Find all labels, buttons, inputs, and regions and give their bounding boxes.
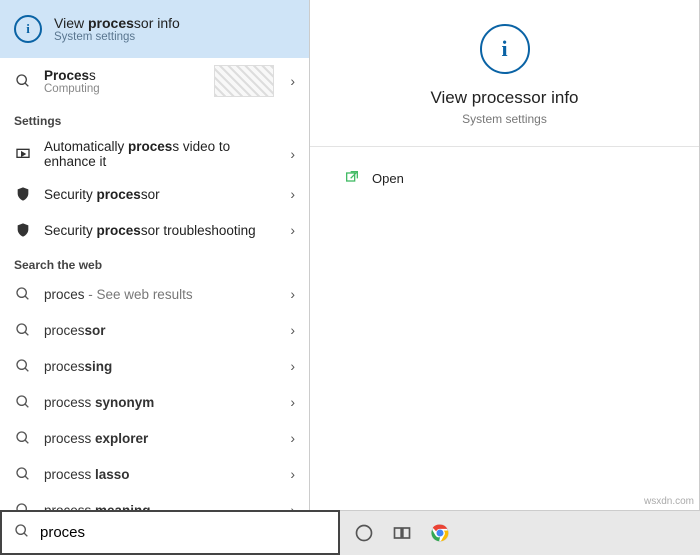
web-suggestion[interactable]: process synonym › [0,384,309,420]
result-process[interactable]: Process Computing › [0,58,309,104]
info-icon: i [14,15,42,43]
result-title: Process [44,68,202,83]
search-bar[interactable] [0,510,340,555]
chevron-right-icon: › [290,222,295,238]
result-thumbnail [214,65,274,97]
web-suggestion-label: process synonym [44,395,278,410]
web-suggestion[interactable]: process meaning › [0,492,309,510]
settings-item-label: Security processor troubleshooting [44,223,278,238]
settings-item[interactable]: Security processor troubleshooting › [0,212,309,248]
chevron-right-icon: › [290,322,295,338]
search-icon [14,322,32,338]
search-icon [14,502,32,510]
search-icon [14,286,32,302]
chevron-right-icon: › [290,430,295,446]
web-suggestion-label: proces - See web results [44,287,278,302]
open-icon [344,169,360,188]
chevron-right-icon: › [290,466,295,482]
settings-item-label: Security processor [44,187,278,202]
web-suggestion[interactable]: process explorer › [0,420,309,456]
search-icon [14,358,32,374]
info-icon-large: i [480,24,530,74]
section-settings: Settings [0,104,309,132]
web-suggestion-label: process meaning [44,503,278,511]
search-icon [14,394,32,410]
chevron-right-icon: › [290,73,295,89]
chevron-right-icon: › [290,146,295,162]
search-icon [14,430,32,446]
detail-title: View processor info [430,88,578,108]
chevron-right-icon: › [290,502,295,510]
chevron-right-icon: › [290,394,295,410]
web-suggestion-label: process explorer [44,431,278,446]
chevron-right-icon: › [290,358,295,374]
taskbar [340,510,700,555]
detail-subtitle: System settings [462,112,547,126]
section-web: Search the web [0,248,309,276]
watermark: wsxdn.com [644,496,694,507]
web-suggestion-label: processing [44,359,278,374]
chevron-right-icon: › [290,286,295,302]
settings-item-label: Automatically process video to [44,139,278,154]
settings-item-icon [14,186,32,202]
search-input[interactable] [40,524,326,541]
best-match-title: View processor info [54,15,180,31]
best-match-row[interactable]: i View processor info System settings [0,0,309,58]
settings-item-icon [14,222,32,238]
settings-item-icon [14,146,32,162]
cortana-icon[interactable] [354,523,374,543]
web-suggestion[interactable]: proces - See web results › [0,276,309,312]
task-view-icon[interactable] [392,523,412,543]
chrome-icon[interactable] [430,523,450,543]
chevron-right-icon: › [290,186,295,202]
result-subtitle: Computing [44,83,202,95]
best-match-subtitle: System settings [54,31,180,43]
web-suggestion[interactable]: processing › [0,348,309,384]
search-icon [14,466,32,482]
search-icon [14,523,30,542]
web-suggestion-label: processor [44,323,278,338]
settings-item[interactable]: Automatically process video toenhance it… [0,132,309,176]
web-suggestion[interactable]: processor › [0,312,309,348]
web-suggestion-label: process lasso [44,467,278,482]
open-label: Open [372,171,404,186]
search-icon [14,73,32,89]
open-action[interactable]: Open [340,163,669,194]
settings-item[interactable]: Security processor › [0,176,309,212]
web-suggestion[interactable]: process lasso › [0,456,309,492]
